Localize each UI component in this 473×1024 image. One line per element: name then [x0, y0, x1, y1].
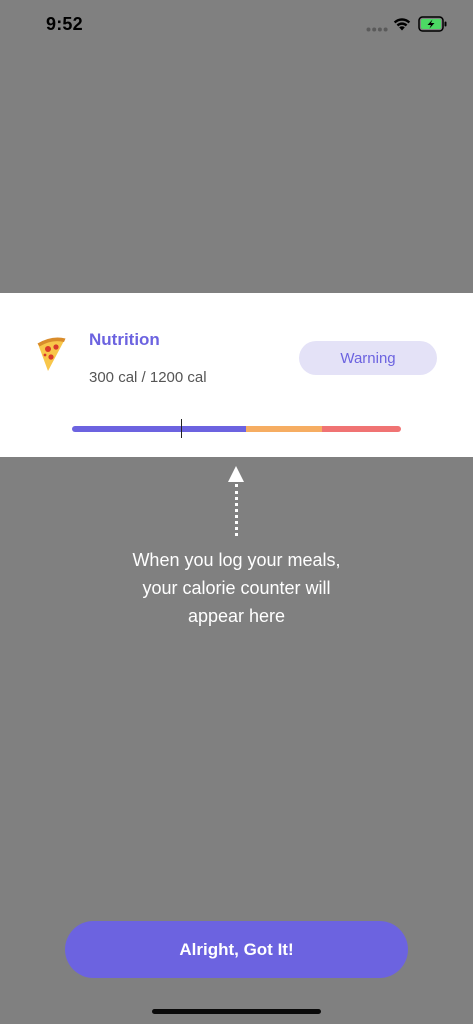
tip-line: When you log your meals, [132, 550, 341, 570]
tip-line: appear here [187, 606, 286, 626]
card-title: Nutrition [89, 330, 160, 349]
calorie-progress-bar [72, 426, 401, 432]
progress-segment-over [322, 426, 401, 432]
progress-segment-ok [72, 426, 247, 432]
status-time: 9:52 [46, 14, 83, 34]
home-indicator[interactable] [152, 1009, 321, 1014]
cellular-dots-icon [366, 27, 388, 32]
up-arrow-icon [228, 466, 244, 482]
wifi-icon [393, 18, 411, 31]
calorie-count: 300 cal / 1200 cal [89, 369, 207, 386]
status-bar: 9:52 [0, 0, 473, 50]
progress-segment-warning [246, 426, 323, 432]
tip-line: your calorie counter will [142, 578, 331, 598]
battery-charging-icon [418, 16, 447, 32]
progress-marker [180, 419, 183, 438]
onboarding-tip-text: When you log your meals, your calorie co… [86, 546, 387, 630]
nutrition-card: Nutrition 300 cal / 1200 cal Warning [0, 293, 473, 457]
pizza-icon [37, 337, 66, 371]
dotted-pointer-line [235, 484, 238, 536]
status-badge: Warning [299, 341, 437, 375]
got-it-button[interactable]: Alright, Got It! [65, 921, 408, 978]
